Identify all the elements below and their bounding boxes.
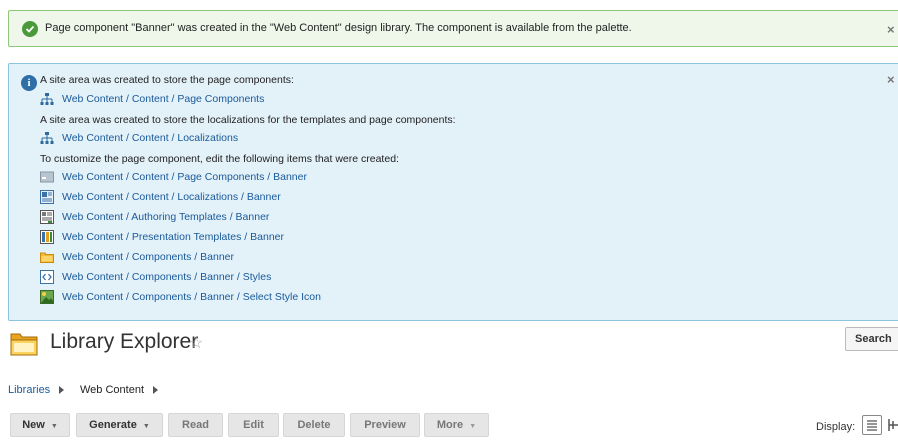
delete-button[interactable]: Delete (283, 413, 345, 437)
localization-icon (40, 190, 54, 204)
chevron-down-icon: ▼ (142, 423, 150, 430)
html-component-icon (40, 270, 54, 284)
success-banner: Page component "Banner" was created in t… (8, 10, 898, 47)
breadcrumb-libraries[interactable]: Libraries (8, 384, 50, 396)
breadcrumb-web-content: Web Content (80, 384, 145, 396)
link-item-presentation-template[interactable]: Web Content / Presentation Templates / B… (40, 229, 284, 245)
link-label: Web Content / Presentation Templates / B… (62, 231, 284, 243)
new-button-label: New (22, 419, 45, 431)
library-folder-icon (10, 329, 38, 357)
link-label: Web Content / Authoring Templates / Bann… (62, 211, 270, 223)
read-button[interactable]: Read (168, 413, 223, 437)
list-view-icon[interactable] (862, 415, 882, 435)
success-message-text: Page component "Banner" was created in t… (45, 22, 632, 34)
display-label: Display: (816, 421, 856, 433)
link-item-content-banner[interactable]: Web Content / Content / Page Components … (40, 169, 307, 185)
link-label: Web Content / Components / Banner / Sele… (62, 291, 321, 303)
presentation-template-icon (40, 230, 54, 244)
link-item-authoring-template[interactable]: Web Content / Authoring Templates / Bann… (40, 209, 269, 225)
info-icon: i (21, 75, 37, 91)
link-item-localization-banner[interactable]: Web Content / Content / Localizations / … (40, 189, 281, 205)
info-line-page-components: A site area was created to store the pag… (40, 74, 294, 86)
site-area-icon (40, 92, 54, 106)
info-line-customize: To customize the page component, edit th… (40, 153, 399, 165)
authoring-template-icon (40, 210, 54, 224)
edit-button[interactable]: Edit (228, 413, 279, 437)
link-label: Web Content / Content / Page Components (62, 93, 265, 105)
more-button-label: More (436, 419, 464, 431)
search-button[interactable]: Search ▼ (845, 327, 898, 351)
search-button-label: Search (855, 333, 892, 345)
link-label: Web Content / Components / Banner / Styl… (62, 271, 272, 283)
generate-button-label: Generate (89, 419, 137, 431)
breadcrumb-arrow-icon (59, 386, 64, 394)
content-item-icon (40, 170, 54, 184)
image-component-icon (40, 290, 54, 304)
link-item-styles[interactable]: Web Content / Components / Banner / Styl… (40, 269, 271, 285)
chevron-down-icon: ▼ (469, 423, 477, 430)
generate-button[interactable]: Generate ▼ (76, 413, 163, 437)
link-item-component-folder[interactable]: Web Content / Components / Banner (40, 249, 234, 265)
site-area-icon (40, 131, 54, 145)
link-label: Web Content / Content / Page Components … (62, 171, 307, 183)
link-label: Web Content / Content / Localizations (62, 132, 239, 144)
page-title: Library Explorer (50, 330, 199, 353)
info-line-localizations: A site area was created to store the loc… (40, 114, 456, 126)
link-label: Web Content / Content / Localizations / … (62, 191, 281, 203)
link-item-select-style-icon[interactable]: Web Content / Components / Banner / Sele… (40, 289, 321, 305)
tree-view-icon[interactable] (887, 418, 898, 437)
close-info-icon[interactable]: × (887, 72, 895, 87)
link-page-components-site-area[interactable]: Web Content / Content / Page Components (40, 91, 264, 107)
component-folder-icon (40, 250, 54, 264)
breadcrumb-arrow-icon[interactable] (153, 386, 158, 394)
link-localizations-site-area[interactable]: Web Content / Content / Localizations (40, 130, 238, 146)
success-check-icon (22, 21, 38, 37)
close-success-icon[interactable]: × (887, 22, 895, 37)
info-banner: i × A site area was created to store the… (8, 63, 898, 321)
more-button[interactable]: More ▼ (424, 413, 489, 437)
favorite-star-icon[interactable]: ☆ (189, 333, 203, 353)
preview-button[interactable]: Preview (350, 413, 420, 437)
link-label: Web Content / Components / Banner (62, 251, 234, 263)
new-button[interactable]: New ▼ (10, 413, 70, 437)
chevron-down-icon: ▼ (50, 423, 58, 430)
